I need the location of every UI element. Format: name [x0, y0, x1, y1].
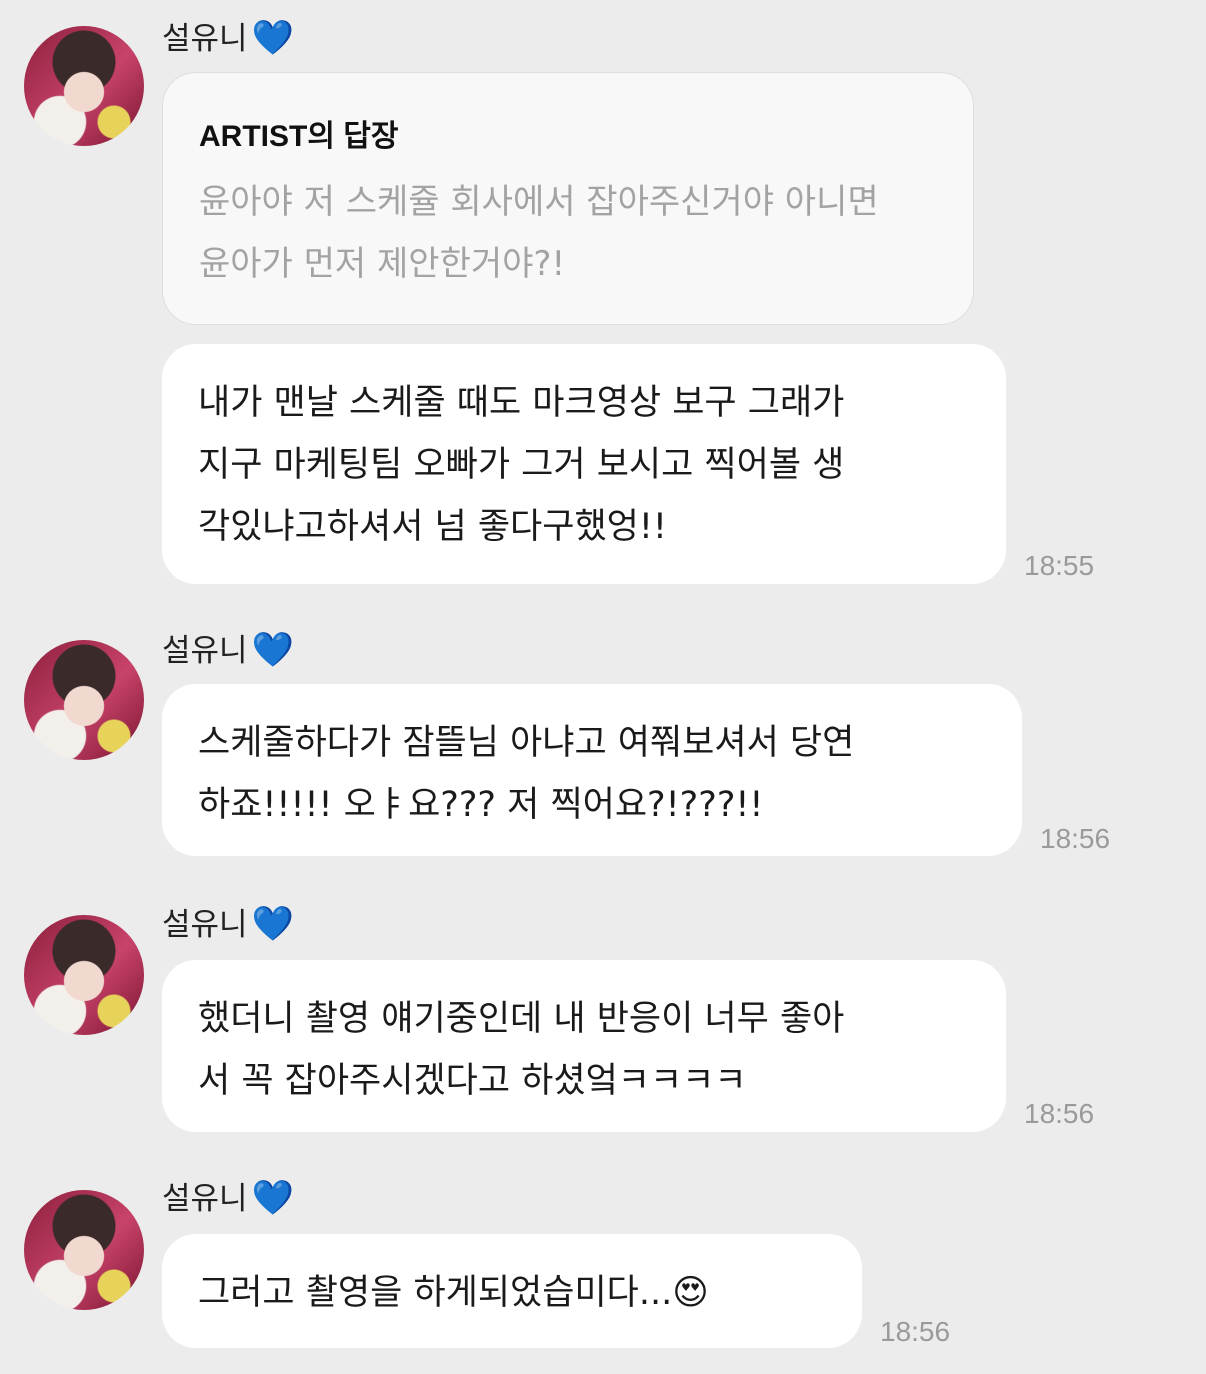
sender-name: 설유니 💙 [162, 630, 294, 670]
blue-heart-icon: 💙 [251, 630, 294, 670]
message-time: 18:55 [1024, 550, 1095, 581]
avatar[interactable] [24, 26, 144, 146]
message-bubble[interactable]: 했더니 촬영 얘기중인데 내 반응이 너무 좋아 서 꼭 잡아주시겠다고 하셨엌… [162, 960, 1006, 1132]
sender-name: 설유니 💙 [162, 1178, 294, 1218]
message-bubble[interactable]: 그러고 촬영을 하게되었습미다...😍 [162, 1234, 862, 1348]
sender-name: 설유니 💙 [162, 904, 294, 944]
blue-heart-icon: 💙 [251, 1178, 294, 1218]
blue-heart-icon: 💙 [251, 904, 294, 944]
artist-reply-quote[interactable]: ARTIST의 답장 윤아야 저 스케쥴 회사에서 잡아주신거야 아니면 윤아가… [162, 72, 974, 325]
reply-title: ARTIST의 답장 [199, 120, 399, 153]
avatar[interactable] [24, 640, 144, 760]
message-time: 18:56 [1040, 823, 1111, 854]
message-bubble[interactable]: 내가 맨날 스케줄 때도 마크영상 보구 그래가 지구 마케팅팀 오빠가 그거 … [162, 344, 1006, 584]
reply-text: 윤아야 저 스케쥴 회사에서 잡아주신거야 아니면 윤아가 먼저 제안한거야?! [199, 182, 879, 284]
blue-heart-icon: 💙 [251, 18, 294, 58]
avatar[interactable] [24, 1190, 144, 1310]
message-bubble[interactable]: 스케줄하다가 잠뜰님 아냐고 여쭤보셔서 당연 하죠!!!!! 오ㅑ요??? 저… [162, 684, 1022, 856]
sender-name: 설유니 💙 [162, 18, 294, 58]
message-time: 18:56 [1024, 1098, 1095, 1129]
avatar[interactable] [24, 915, 144, 1035]
message-time: 18:56 [880, 1316, 951, 1347]
